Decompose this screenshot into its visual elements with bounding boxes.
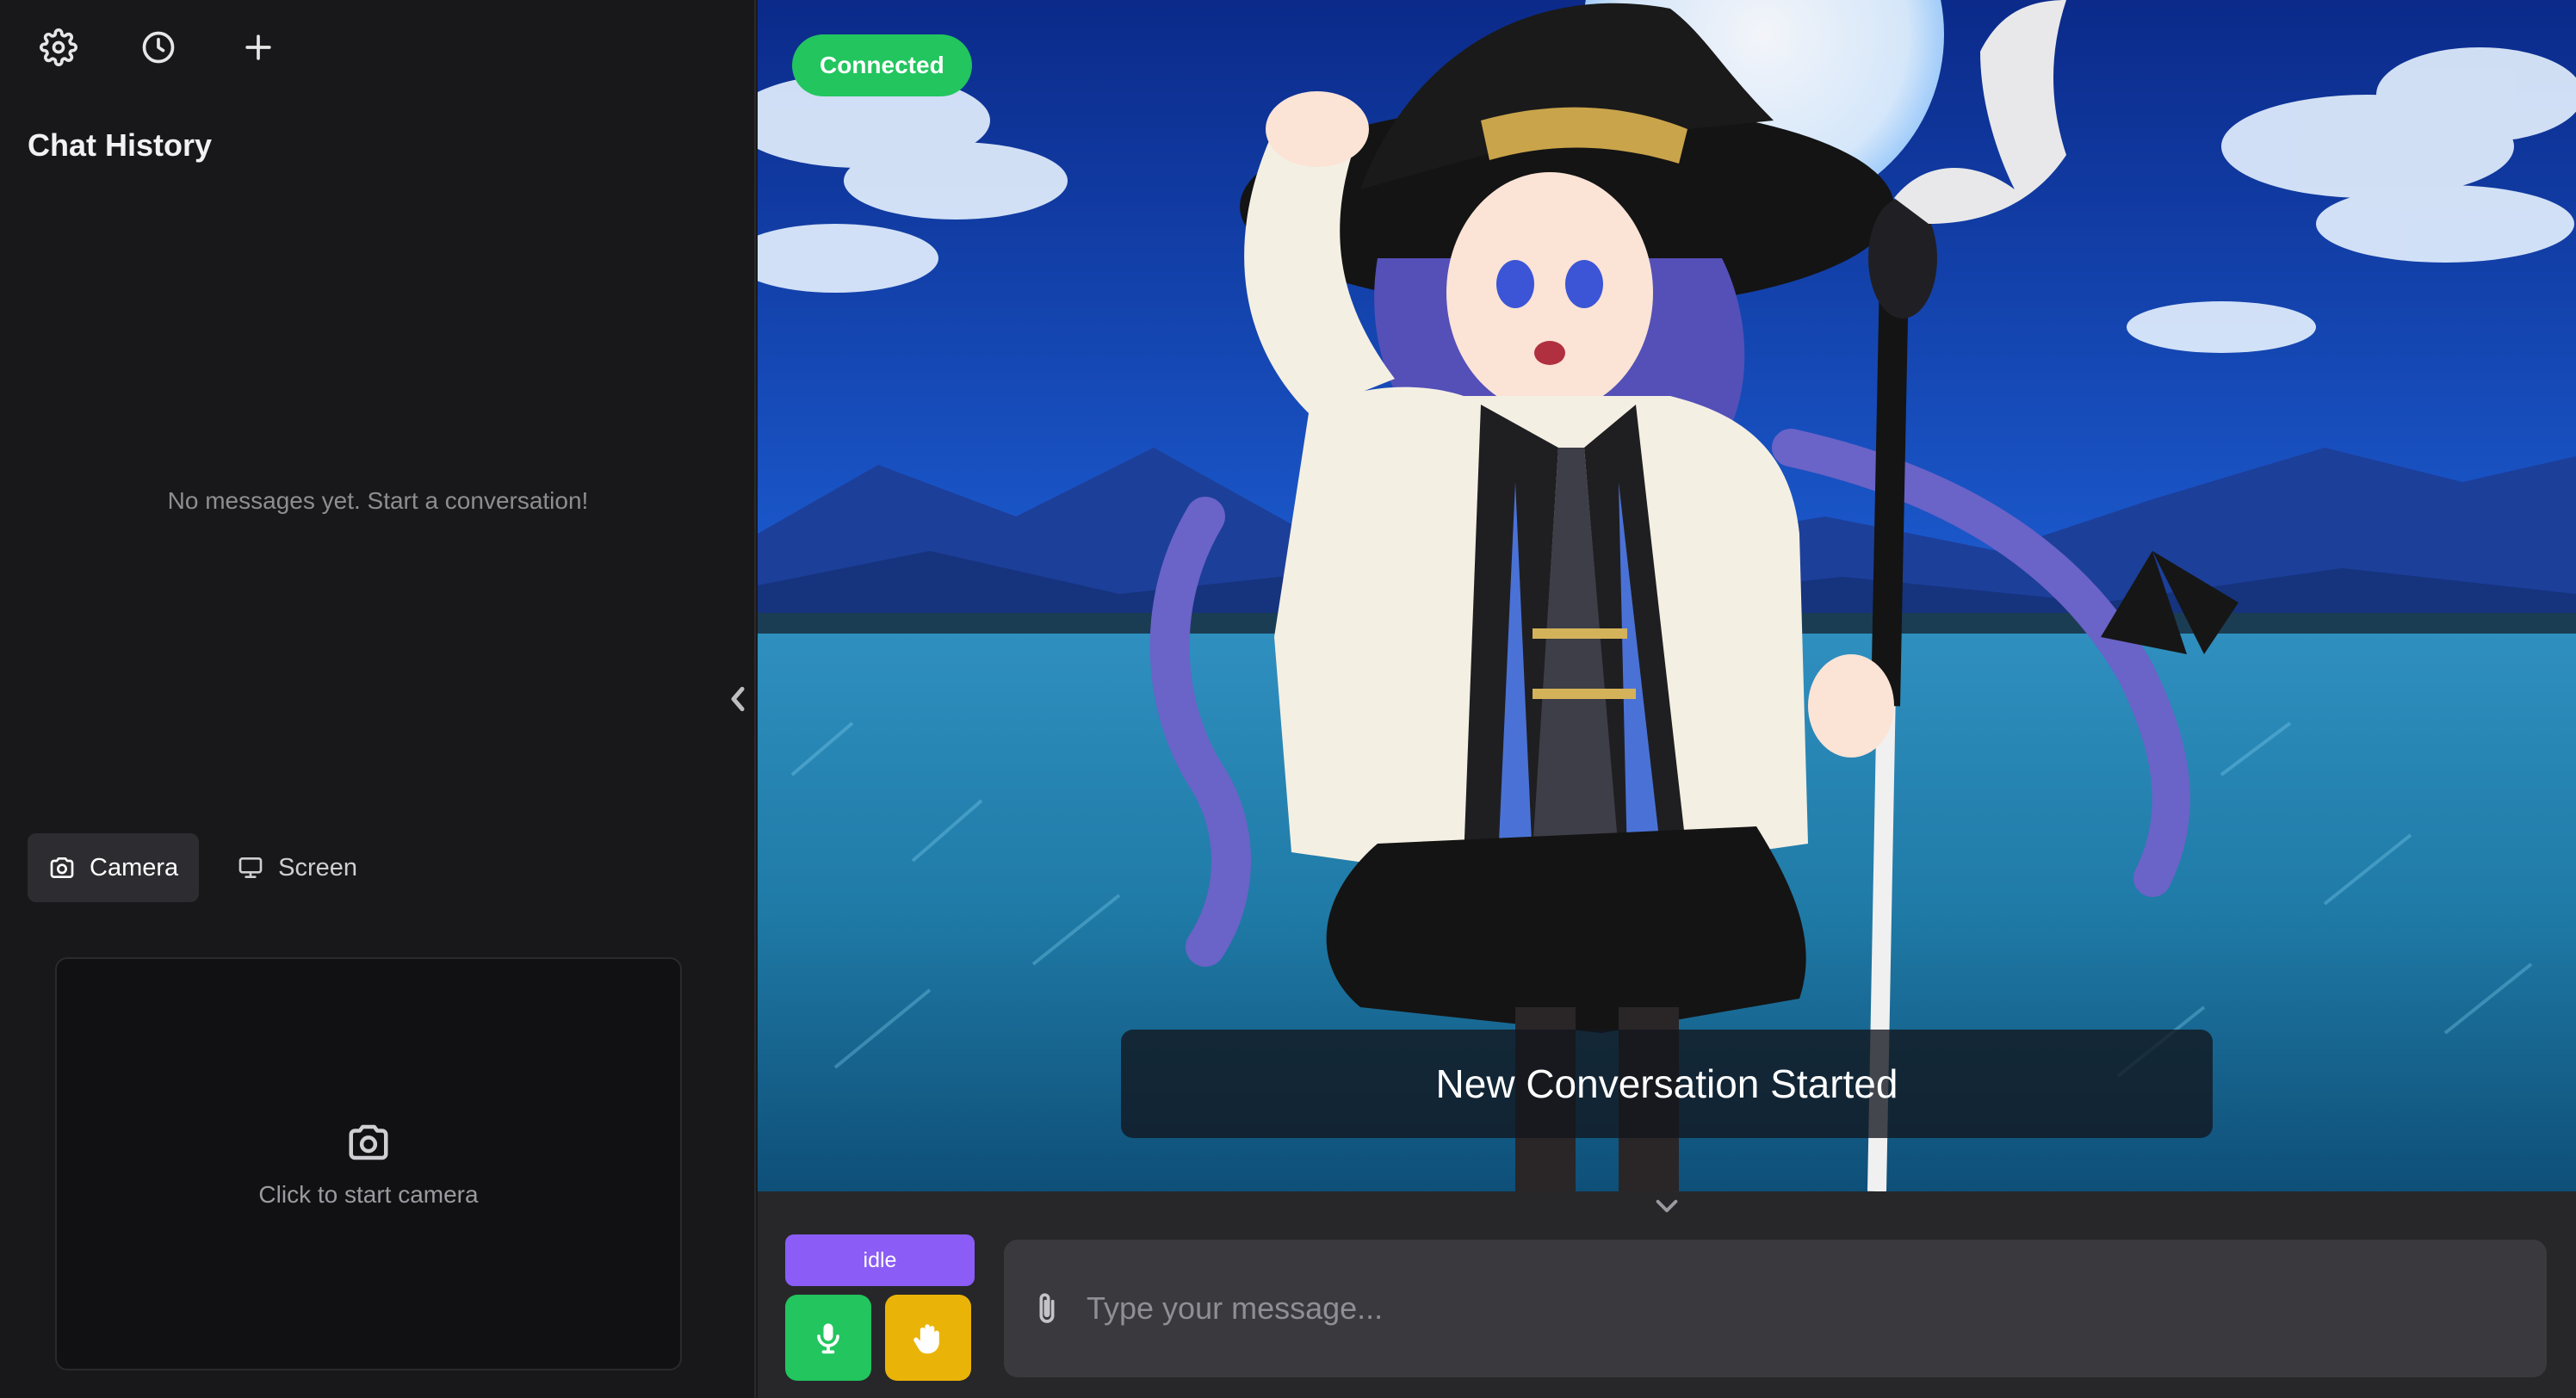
media-tabs: Camera Screen (28, 833, 378, 902)
clock-icon (142, 31, 175, 64)
interrupt-button[interactable] (885, 1295, 971, 1381)
chat-history-title: Chat History (28, 127, 213, 163)
new-chat-button[interactable] (226, 19, 291, 76)
toggle-control-bar-button[interactable] (1650, 1193, 1684, 1219)
camera-start-hint: Click to start camera (258, 1181, 479, 1208)
sidebar: Chat History No messages yet. Start a co… (0, 0, 756, 1398)
tab-camera-label: Camera (90, 853, 179, 881)
control-bar: idle (758, 1191, 2576, 1398)
message-input-container (1004, 1240, 2547, 1377)
ai-state-badge: idle (785, 1234, 975, 1286)
plus-icon (245, 34, 271, 60)
hand-icon (913, 1324, 939, 1354)
attach-file-button[interactable] (1026, 1288, 1068, 1329)
collapse-sidebar-button[interactable] (723, 680, 752, 718)
monitor-icon (238, 857, 263, 878)
settings-button[interactable] (26, 19, 91, 76)
history-button[interactable] (126, 19, 191, 76)
character-stage: Connected New Conversation Started (758, 0, 2576, 1191)
empty-history-message: No messages yet. Start a conversation! (167, 487, 589, 514)
camera-icon (50, 857, 74, 878)
paperclip-icon (1039, 1293, 1055, 1323)
subtitle-caption: New Conversation Started (1121, 1030, 2213, 1138)
tab-screen-label: Screen (278, 853, 358, 881)
connection-status-badge: Connected (792, 34, 972, 96)
camera-icon (349, 1124, 388, 1160)
message-input[interactable] (1087, 1240, 2547, 1377)
camera-preview[interactable]: Click to start camera (55, 957, 682, 1370)
chevron-left-icon (731, 686, 745, 712)
sidebar-toolbar (26, 19, 291, 76)
tab-camera[interactable]: Camera (28, 833, 200, 902)
microphone-icon (817, 1323, 839, 1354)
gear-icon (40, 28, 77, 66)
character-background-image (758, 0, 2576, 1191)
chevron-down-icon (1656, 1199, 1678, 1213)
microphone-button[interactable] (785, 1295, 871, 1381)
tab-screen[interactable]: Screen (216, 833, 378, 902)
